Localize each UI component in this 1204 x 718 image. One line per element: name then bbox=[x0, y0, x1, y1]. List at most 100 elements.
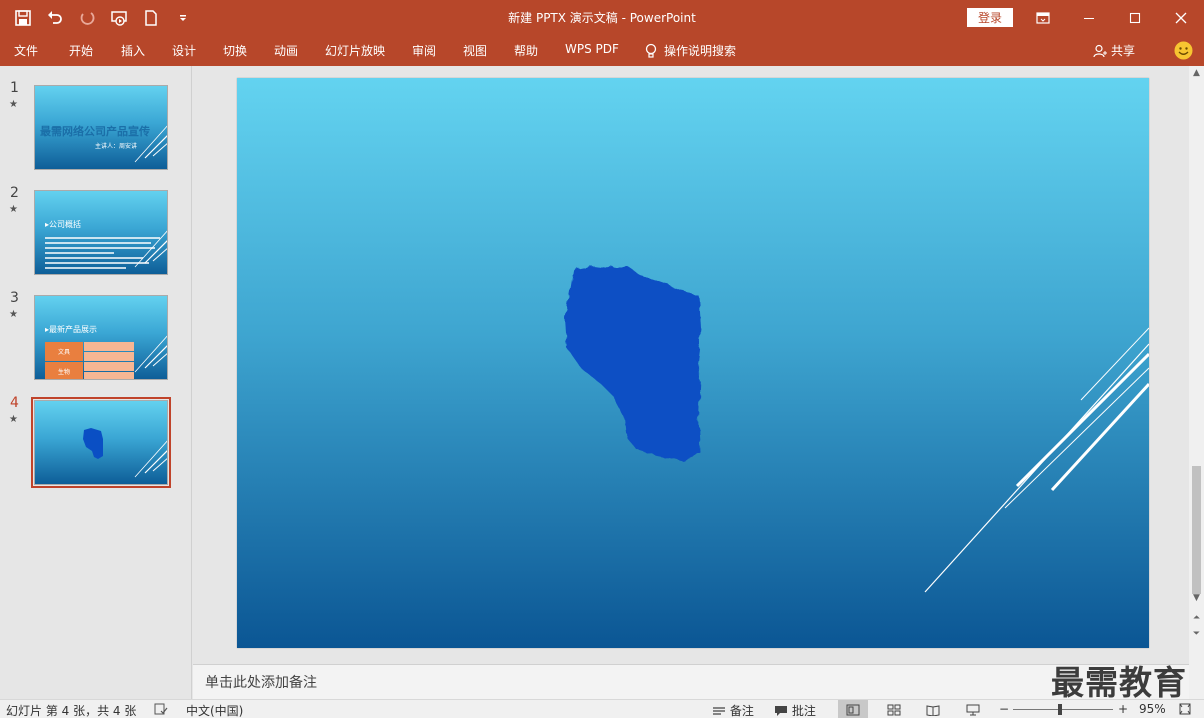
tab-animations[interactable]: 动画 bbox=[274, 42, 298, 59]
customize-qat-icon bbox=[180, 15, 186, 21]
animation-star-icon: ★ bbox=[9, 309, 18, 320]
new-file-icon bbox=[145, 10, 157, 26]
vertical-scrollbar[interactable]: ▲ ▼ ⏶ ⏷ bbox=[1189, 66, 1204, 699]
status-bar: 幻灯片 第 4 张，共 4 张 中文(中国) 备注 批注 − + 95% bbox=[0, 699, 1204, 718]
redo-button[interactable] bbox=[74, 6, 100, 30]
slide-number: 3 bbox=[10, 290, 19, 306]
tab-wps-pdf[interactable]: WPS PDF bbox=[565, 42, 619, 56]
slide-artwork bbox=[565, 266, 1149, 593]
fit-to-window-icon bbox=[1179, 703, 1191, 715]
share-label: 共享 bbox=[1111, 44, 1136, 58]
slide-sorter-view-button[interactable] bbox=[879, 700, 909, 718]
undo-icon bbox=[48, 11, 62, 24]
tell-me-label: 操作说明搜索 bbox=[664, 44, 737, 58]
tab-review[interactable]: 审阅 bbox=[412, 42, 436, 59]
title-bar: 新建 PPTX 演示文稿 - PowerPoint 登录 bbox=[0, 0, 1204, 36]
slide-sorter-icon bbox=[887, 704, 901, 715]
share-button[interactable]: 共享 bbox=[1093, 42, 1135, 59]
spell-check-icon bbox=[154, 703, 168, 715]
scroll-down-arrow-icon[interactable]: ▼ bbox=[1191, 593, 1202, 604]
customize-qat-button[interactable] bbox=[170, 6, 196, 30]
notes-placeholder[interactable]: 单击此处添加备注 bbox=[205, 672, 317, 692]
tab-home[interactable]: 开始 bbox=[69, 42, 93, 59]
login-button[interactable]: 登录 bbox=[967, 8, 1013, 27]
slideshow-view-icon bbox=[966, 704, 980, 715]
maximize-button[interactable] bbox=[1112, 0, 1158, 36]
slide-number: 2 bbox=[10, 185, 19, 201]
reading-view-icon bbox=[926, 704, 940, 716]
scrollbar-thumb[interactable] bbox=[1192, 466, 1201, 594]
close-icon bbox=[1175, 12, 1187, 24]
scroll-up-arrow-icon[interactable]: ▲ bbox=[1191, 68, 1202, 79]
slide-thumbnail-1[interactable]: 最需网络公司产品宣传 主讲人：周安讲 bbox=[34, 85, 168, 170]
previous-slide-icon[interactable]: ⏶ bbox=[1191, 613, 1202, 624]
reading-view-button[interactable] bbox=[918, 700, 948, 718]
smiley-feedback-icon[interactable] bbox=[1174, 41, 1193, 60]
save-icon bbox=[15, 10, 31, 26]
tab-view[interactable]: 视图 bbox=[463, 42, 487, 59]
ribbon-display-icon bbox=[1036, 12, 1050, 24]
maximize-icon bbox=[1129, 12, 1141, 24]
ribbon-display-options-button[interactable] bbox=[1020, 0, 1066, 36]
decorative-lines bbox=[134, 125, 167, 163]
notes-pane[interactable]: 单击此处添加备注 bbox=[193, 664, 1189, 699]
zoom-out-button[interactable]: − bbox=[999, 702, 1009, 716]
tab-transitions[interactable]: 切换 bbox=[223, 42, 247, 59]
next-slide-icon[interactable]: ⏷ bbox=[1191, 629, 1202, 640]
tell-me-search[interactable]: 操作说明搜索 bbox=[644, 42, 736, 59]
lightbulb-icon bbox=[645, 43, 657, 58]
decorative-lines bbox=[134, 230, 167, 268]
normal-view-icon bbox=[846, 704, 860, 715]
tab-insert[interactable]: 插入 bbox=[121, 42, 145, 59]
notes-toggle-button[interactable]: 备注 bbox=[712, 702, 754, 718]
slide-thumbnail-2[interactable]: ▸公司概括 bbox=[34, 190, 168, 275]
zoom-slider-thumb[interactable] bbox=[1058, 704, 1062, 715]
notes-toggle-label: 备注 bbox=[729, 704, 754, 718]
slide-number: 4 bbox=[10, 395, 19, 411]
thumb-shape bbox=[83, 428, 167, 478]
language-status[interactable]: 中文(中国) bbox=[186, 702, 243, 718]
tab-design[interactable]: 设计 bbox=[172, 42, 196, 59]
zoom-level[interactable]: 95% bbox=[1139, 702, 1166, 716]
minimize-button[interactable] bbox=[1066, 0, 1112, 36]
zoom-in-button[interactable]: + bbox=[1118, 702, 1128, 716]
save-button[interactable] bbox=[10, 6, 36, 30]
animation-star-icon: ★ bbox=[9, 414, 18, 425]
normal-view-button[interactable] bbox=[838, 700, 868, 718]
notes-icon bbox=[713, 707, 725, 715]
animation-star-icon: ★ bbox=[9, 204, 18, 215]
decorative-lines bbox=[134, 335, 167, 373]
slide-thumbnail-3[interactable]: ▸最新产品展示 文具 生物 bbox=[34, 295, 168, 380]
undo-button[interactable] bbox=[42, 6, 68, 30]
slide-number: 1 bbox=[10, 80, 19, 96]
fit-to-window-button[interactable] bbox=[1178, 702, 1192, 716]
decorative-lines bbox=[924, 327, 1149, 593]
slideshow-from-start-button[interactable] bbox=[106, 6, 132, 30]
spell-check-button[interactable] bbox=[154, 702, 168, 716]
slideshow-from-start-icon bbox=[111, 11, 127, 26]
animation-star-icon: ★ bbox=[9, 99, 18, 110]
zoom-slider-track[interactable] bbox=[1013, 709, 1113, 710]
comments-toggle-label: 批注 bbox=[791, 704, 816, 718]
slideshow-view-button[interactable] bbox=[958, 700, 988, 718]
tab-slideshow[interactable]: 幻灯片放映 bbox=[325, 42, 385, 59]
window-controls bbox=[1020, 0, 1204, 36]
new-file-button[interactable] bbox=[138, 6, 164, 30]
blue-blob-shape[interactable] bbox=[565, 266, 701, 460]
redo-icon bbox=[80, 12, 95, 25]
watermark: 最需教育 bbox=[1051, 663, 1187, 702]
current-slide-canvas[interactable] bbox=[237, 78, 1149, 648]
slide-editor bbox=[193, 66, 1189, 664]
slide-thumbnails-pane: 1 ★ 最需网络公司产品宣传 主讲人：周安讲 2 ★ ▸公司概括 3 ★ ▸最新… bbox=[0, 66, 192, 699]
comments-toggle-button[interactable]: 批注 bbox=[774, 702, 816, 718]
tab-file[interactable]: 文件 bbox=[14, 42, 38, 59]
minimize-icon bbox=[1084, 18, 1094, 19]
tab-help[interactable]: 帮助 bbox=[514, 42, 538, 59]
slide-count-status: 幻灯片 第 4 张，共 4 张 bbox=[6, 704, 137, 718]
comment-icon bbox=[775, 706, 787, 716]
person-icon bbox=[1093, 44, 1107, 57]
quick-access-toolbar bbox=[10, 6, 196, 30]
close-button[interactable] bbox=[1158, 0, 1204, 36]
ribbon-tabs: 文件 开始 插入 设计 切换 动画 幻灯片放映 审阅 视图 帮助 WPS PDF… bbox=[0, 36, 1204, 66]
slide-thumbnail-4[interactable] bbox=[34, 400, 168, 485]
